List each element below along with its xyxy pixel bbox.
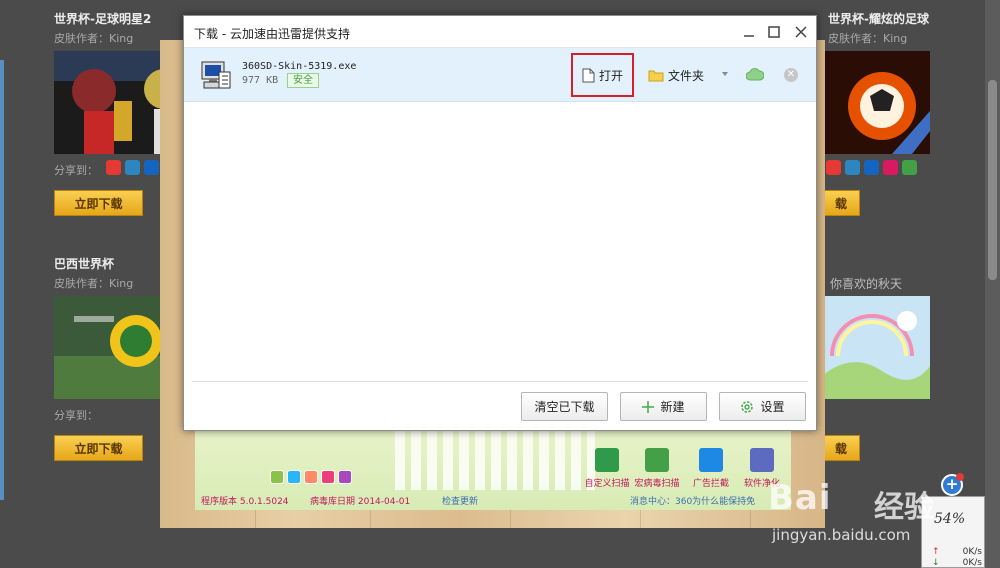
share-icons: [106, 160, 159, 175]
fence-decoration: [395, 430, 595, 490]
left-edge-panel: [0, 60, 4, 500]
new-download-button[interactable]: 新建: [620, 392, 707, 421]
tool-label: 软件净化: [743, 479, 780, 489]
settings-button[interactable]: 设置: [719, 392, 806, 421]
download-button[interactable]: 立即下载: [54, 190, 143, 216]
floating-add-button[interactable]: +: [941, 473, 964, 496]
skin-author: 皮肤作者：King: [54, 277, 134, 290]
shield-icon[interactable]: [304, 470, 318, 484]
file-size: 977 KB: [242, 75, 279, 86]
macro-scan-tool[interactable]: 宏病毒扫描: [627, 448, 687, 489]
ad-block-icon: [699, 448, 723, 472]
open-folder-button[interactable]: 文件夹: [648, 65, 704, 85]
skin-author: 皮肤作者：King: [54, 32, 134, 45]
footer-divider: [192, 381, 808, 382]
share-label: 分享到：: [54, 164, 98, 177]
upload-speed: ↑ 0K/s: [932, 547, 982, 557]
weibo-icon[interactable]: [826, 160, 841, 175]
close-button[interactable]: [791, 22, 811, 42]
tools-icon[interactable]: [321, 470, 335, 484]
renren-icon[interactable]: [864, 160, 879, 175]
new-label: 新建: [660, 400, 685, 414]
download-button[interactable]: 载: [822, 190, 860, 216]
file-icon: [582, 68, 595, 82]
skin-title: 巴西世界杯: [54, 257, 115, 271]
minimize-button[interactable]: [739, 22, 759, 42]
exe-file-icon: [201, 61, 231, 89]
download-button[interactable]: 立即下载: [54, 435, 143, 461]
usage-percent: 54%: [934, 511, 966, 527]
dialog-titlebar[interactable]: 下载 - 云加速由迅雷提供支持: [184, 16, 816, 48]
skin-author: 皮肤作者：King: [828, 32, 908, 45]
maximize-button[interactable]: [764, 22, 784, 42]
download-speed-value: 0K/s: [962, 558, 982, 568]
skin-thumbnail[interactable]: [822, 296, 930, 399]
notification-dot: [956, 473, 964, 481]
scan-icon[interactable]: [287, 470, 301, 484]
gear-icon: [741, 400, 754, 413]
skin-title: 世界杯-耀炫的足球: [828, 12, 929, 26]
upload-speed-value: 0K/s: [962, 547, 982, 557]
download-list-area: [184, 103, 816, 381]
plus-icon: [642, 400, 655, 413]
network-speed-widget[interactable]: 54% ↑ 0K/s ↓ 0K/s: [921, 496, 985, 568]
dialog-title: 下载 - 云加速由迅雷提供支持: [194, 27, 350, 41]
virus-db-date: 病毒库日期 2014-04-01: [310, 497, 411, 507]
tencent-icon[interactable]: [845, 160, 860, 175]
mini-icon-row: [270, 470, 352, 484]
arrow-up-icon: ↑: [932, 547, 940, 557]
chevron-down-icon[interactable]: [722, 72, 728, 76]
download-button[interactable]: 载: [822, 435, 860, 461]
download-item-row[interactable]: 360SD-Skin-5319.exe 977 KB 安全 打开 文件夹 ✕: [184, 48, 816, 102]
open-file-button[interactable]: 打开: [571, 53, 634, 97]
maximize-icon: [768, 26, 780, 38]
arrow-down-icon: ↓: [932, 558, 940, 568]
skin-title: 世界杯-足球明星2: [54, 12, 152, 26]
check-update-link[interactable]: 检查更新: [442, 494, 478, 507]
open-label: 打开: [598, 68, 623, 83]
tool-label: 宏病毒扫描: [634, 479, 680, 489]
custom-scan-icon: [595, 448, 619, 472]
weibo-icon[interactable]: [106, 160, 121, 175]
antivirus-toolbar: 自定义扫描 宏病毒扫描 广告拦截 软件净化 程序版本 5.0.1.5024 病毒…: [195, 428, 791, 510]
skin-thumbnail[interactable]: [822, 51, 930, 154]
software-clean-tool[interactable]: 软件净化: [732, 448, 792, 489]
delete-item-icon[interactable]: ✕: [784, 68, 798, 82]
minimize-icon: [744, 35, 754, 37]
box-icon[interactable]: [338, 470, 352, 484]
skin-author: 你喜欢的秋天: [830, 277, 903, 291]
folder-icon: [648, 70, 664, 81]
kaixin-icon[interactable]: [883, 160, 898, 175]
file-name: 360SD-Skin-5319.exe: [242, 61, 357, 72]
safe-badge: 安全: [287, 73, 319, 88]
tencent-icon[interactable]: [125, 160, 140, 175]
share-label: 分享到：: [54, 409, 98, 422]
software-clean-icon: [750, 448, 774, 472]
renren-icon[interactable]: [144, 160, 159, 175]
share-icons: [826, 160, 917, 175]
cloud-icon[interactable]: [746, 67, 764, 81]
clear-label: 清空已下载: [534, 400, 595, 414]
douban-icon[interactable]: [902, 160, 917, 175]
scrollbar-thumb[interactable]: [988, 80, 997, 280]
folder-label: 文件夹: [668, 68, 705, 83]
download-dialog: 下载 - 云加速由迅雷提供支持 360SD-Skin-5319.exe 977 …: [183, 15, 817, 431]
home-icon[interactable]: [270, 470, 284, 484]
message-center[interactable]: 消息中心：360为什么能保持免: [630, 494, 755, 507]
clear-downloaded-button[interactable]: 清空已下载: [521, 392, 608, 421]
download-speed: ↓ 0K/s: [932, 558, 982, 568]
settings-label: 设置: [760, 400, 785, 414]
macro-scan-icon: [645, 448, 669, 472]
program-version: 程序版本 5.0.1.5024: [201, 497, 289, 507]
close-icon: [795, 26, 807, 38]
